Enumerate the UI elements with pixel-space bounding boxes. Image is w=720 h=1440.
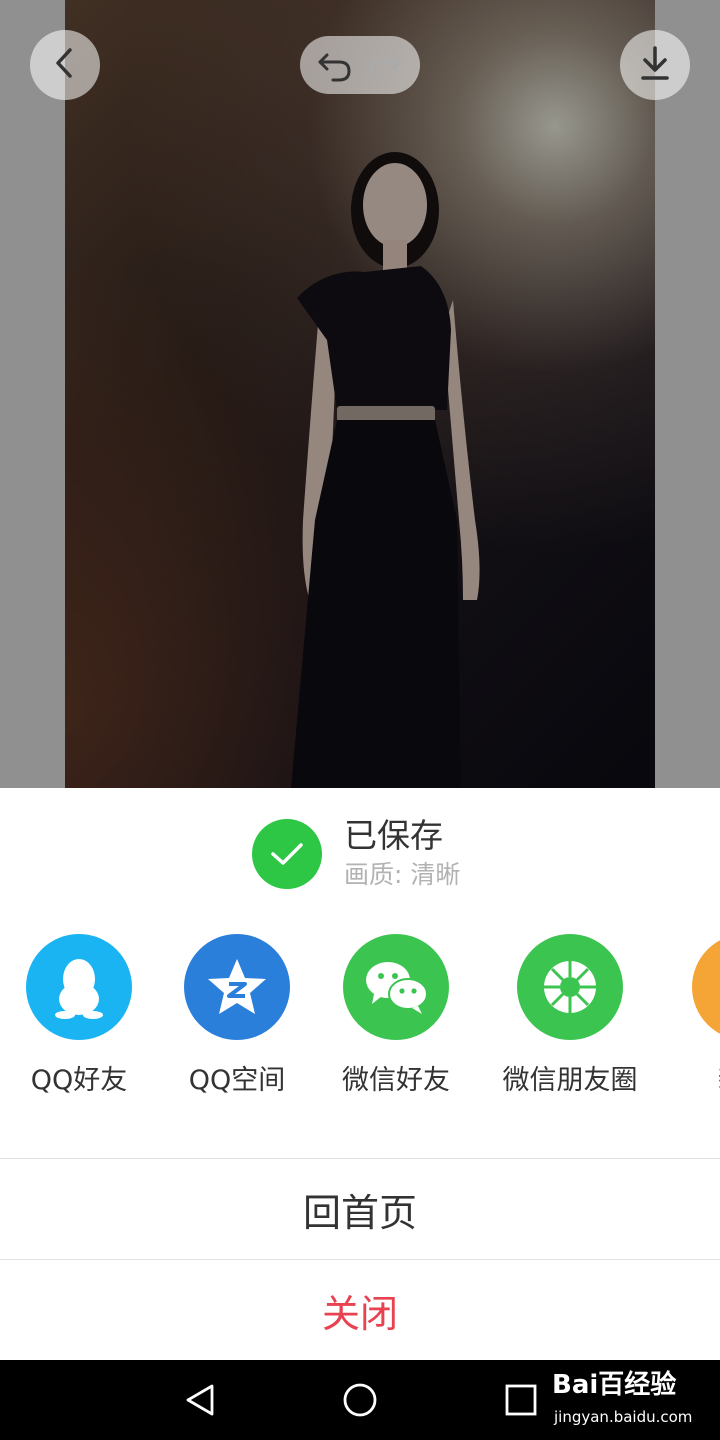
nav-back-icon[interactable] — [182, 1382, 218, 1422]
chevron-left-icon — [52, 46, 78, 84]
share-weibo[interactable]: 新浪 — [665, 934, 720, 1097]
undo-redo-group — [300, 36, 420, 94]
watermark-url: jingyan.baidu.com — [554, 1408, 693, 1426]
dim-overlay — [0, 0, 720, 788]
moments-icon — [517, 934, 623, 1040]
check-icon — [252, 819, 322, 889]
share-qq-friends[interactable]: QQ好友 — [0, 934, 159, 1097]
qq-penguin-icon — [26, 934, 132, 1040]
quality-label: 画质: 清晰 — [344, 860, 461, 889]
qzone-star-icon — [184, 934, 290, 1040]
share-wechat-moments[interactable]: 微信朋友圈 — [490, 934, 650, 1097]
nav-recent-icon[interactable] — [505, 1384, 537, 1420]
home-button[interactable]: 回首页 — [0, 1159, 720, 1259]
undo-icon[interactable] — [315, 45, 355, 85]
download-button[interactable] — [620, 30, 690, 100]
save-status: 已保存 画质: 清晰 — [252, 816, 460, 892]
close-button[interactable]: 关闭 — [0, 1260, 720, 1360]
share-label: QQ好友 — [30, 1065, 128, 1096]
back-button[interactable] — [30, 30, 100, 100]
share-label: QQ空间 — [188, 1065, 286, 1096]
share-qzone[interactable]: QQ空间 — [157, 934, 317, 1097]
share-row: QQ好友 QQ空间 微信好友 微信朋友圈 新浪 — [0, 934, 720, 1104]
watermark-brand: Bai百经验 — [552, 1370, 677, 1400]
system-nav-bar: Bai百经验 jingyan.baidu.com — [0, 1360, 720, 1440]
share-wechat-friends[interactable]: 微信好友 — [316, 934, 476, 1097]
wechat-icon — [343, 934, 449, 1040]
download-icon — [639, 45, 671, 85]
baidu-jingyan-watermark: Bai百经验 jingyan.baidu.com — [552, 1364, 720, 1438]
weibo-icon — [692, 934, 720, 1040]
share-sheet: 已保存 画质: 清晰 QQ好友 QQ空间 微信好友 微信朋友圈 回首页 关闭 — [0, 788, 720, 1360]
photo-editor — [0, 0, 720, 788]
nav-home-icon[interactable] — [342, 1382, 378, 1422]
share-label: 微信朋友圈 — [502, 1065, 638, 1096]
saved-title: 已保存 — [344, 816, 443, 855]
redo-icon[interactable] — [365, 45, 405, 85]
share-label: 微信好友 — [342, 1065, 450, 1096]
share-label: 新浪 — [665, 1058, 720, 1097]
